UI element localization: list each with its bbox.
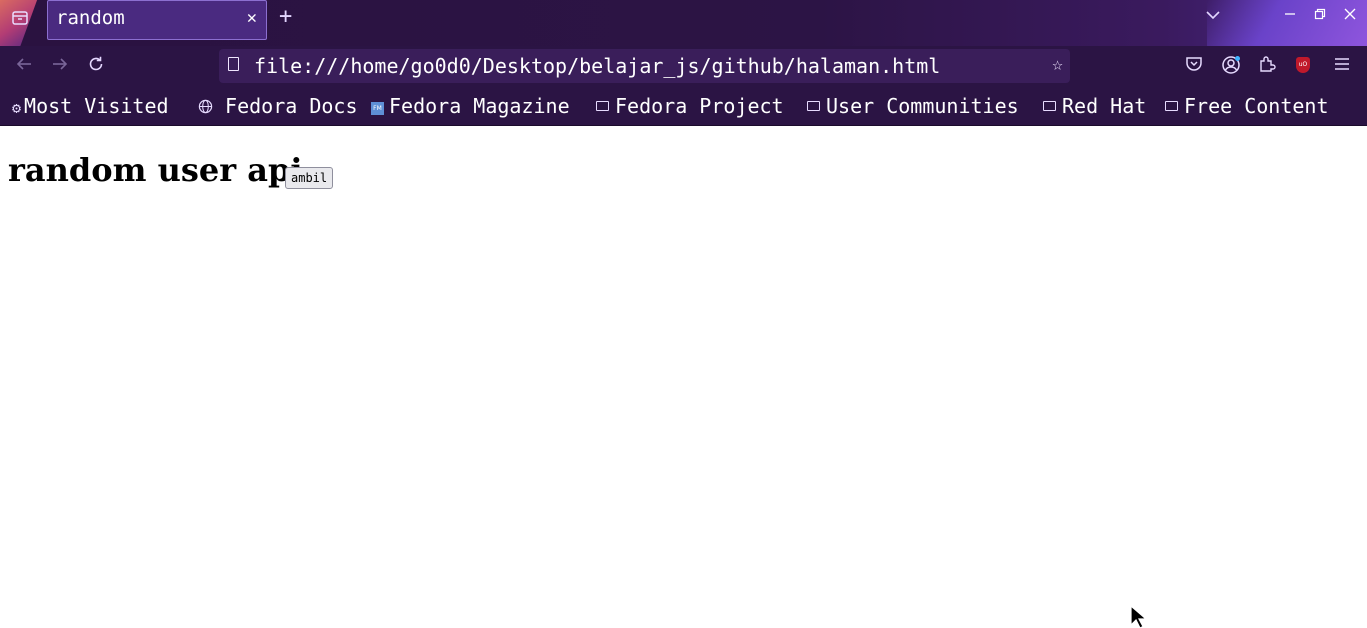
fm-icon: FM xyxy=(371,102,384,115)
bookmark-label: Red Hat xyxy=(1062,94,1147,118)
bookmarks-toolbar: ⚙ Most Visited Fedora Docs FM Fedora Magaz… xyxy=(0,86,1367,126)
pocket-icon[interactable] xyxy=(1185,55,1203,78)
bookmark-user-communities[interactable]: User Communities xyxy=(807,94,1019,118)
url-bar[interactable]: file:///home/go0d0/Desktop/belajar_js/gi… xyxy=(219,49,1070,83)
folder-icon xyxy=(807,101,820,111)
folder-icon xyxy=(1043,101,1056,111)
tab-random[interactable]: random ✕ xyxy=(47,0,267,40)
bookmark-label: Fedora Docs xyxy=(225,94,358,118)
page-content: random user api ambil xyxy=(0,126,1367,628)
bookmark-label: Free Content xyxy=(1184,94,1329,118)
browser-window: random ✕ + file:///home/go0d0/Desktop/be… xyxy=(0,0,1367,628)
bookmark-fedora-magazine[interactable]: FM Fedora Magazine xyxy=(371,94,570,118)
reload-icon[interactable] xyxy=(87,55,105,78)
nav-toolbar: file:///home/go0d0/Desktop/belajar_js/gi… xyxy=(0,46,1367,86)
bookmark-fedora-docs[interactable]: Fedora Docs xyxy=(198,94,357,120)
bookmark-label: User Communities xyxy=(826,94,1019,118)
bookmark-most-visited[interactable]: ⚙ Most Visited xyxy=(12,94,169,120)
ublock-origin-icon[interactable]: uO xyxy=(1296,57,1310,73)
bookmark-fedora-project[interactable]: Fedora Project xyxy=(596,94,784,118)
mouse-cursor-icon xyxy=(1130,604,1152,628)
menu-icon[interactable] xyxy=(1333,55,1351,78)
folder-icon xyxy=(1165,101,1178,111)
restore-icon[interactable] xyxy=(1314,6,1326,24)
page-icon xyxy=(228,57,239,71)
arrow-left-icon[interactable] xyxy=(15,55,33,78)
close-tab-icon[interactable]: ✕ xyxy=(247,8,257,28)
bookmark-free-content[interactable]: Free Content xyxy=(1165,94,1329,118)
extensions-icon[interactable] xyxy=(1258,55,1276,78)
url-text[interactable]: file:///home/go0d0/Desktop/belajar_js/gi… xyxy=(254,54,940,78)
tab-bar: random ✕ + xyxy=(0,0,1367,46)
bookmark-red-hat[interactable]: Red Hat xyxy=(1043,94,1146,118)
firefox-view-icon[interactable] xyxy=(8,7,32,29)
close-window-icon[interactable] xyxy=(1344,6,1356,24)
page-heading: random user api xyxy=(8,151,303,189)
bookmark-label: Fedora Project xyxy=(615,94,784,118)
gear-icon: ⚙ xyxy=(12,99,22,117)
star-icon[interactable]: ☆ xyxy=(1052,54,1063,75)
arrow-right-icon[interactable] xyxy=(51,55,69,78)
bookmark-label: Most Visited xyxy=(24,94,169,118)
plus-icon[interactable]: + xyxy=(279,4,292,30)
account-icon[interactable] xyxy=(1221,55,1241,80)
chevron-down-icon[interactable] xyxy=(1206,4,1220,25)
ambil-button[interactable]: ambil xyxy=(285,167,334,189)
minimize-icon[interactable] xyxy=(1284,6,1296,24)
globe-icon xyxy=(198,99,222,117)
bookmark-label: Fedora Magazine xyxy=(389,94,570,118)
folder-icon xyxy=(596,101,609,111)
tab-title: random xyxy=(56,7,125,29)
